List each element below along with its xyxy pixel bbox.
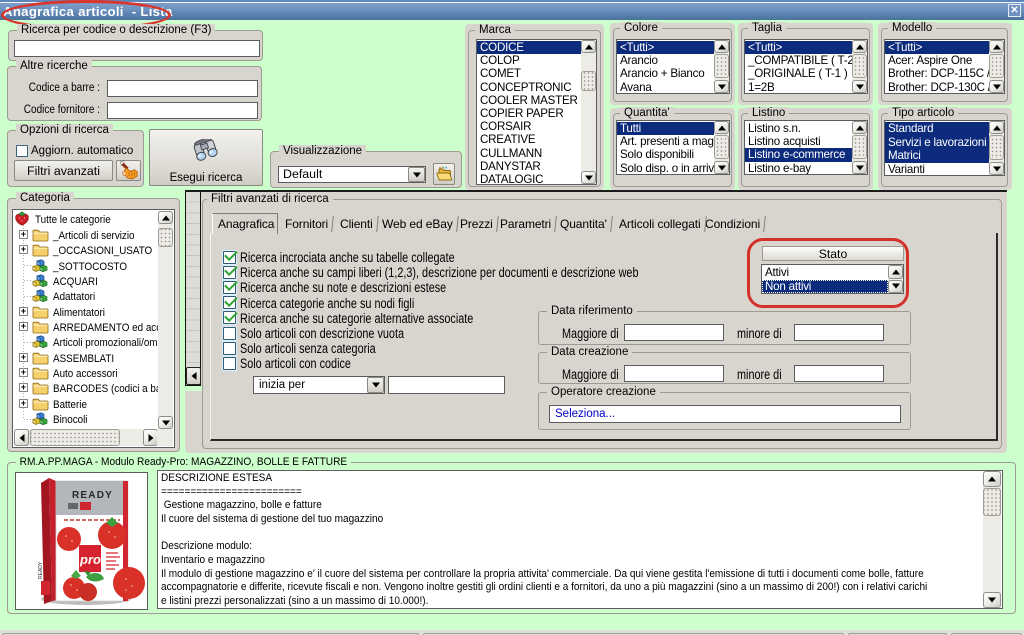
- svg-text:pro: pro: [79, 552, 101, 567]
- svg-text:READY: READY: [38, 561, 44, 579]
- svg-text:READY: READY: [72, 490, 113, 501]
